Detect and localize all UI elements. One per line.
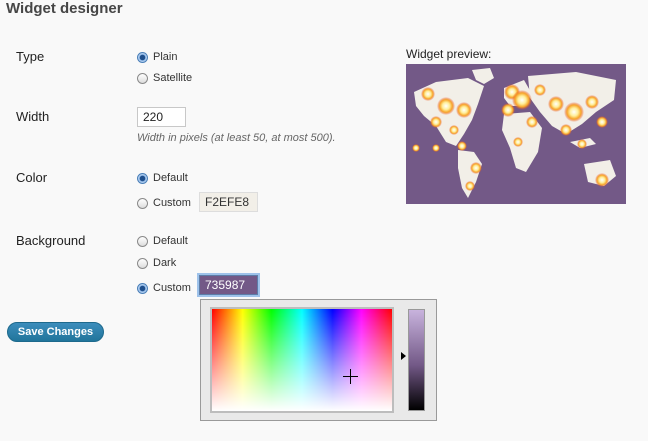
- slider-arrow-icon[interactable]: [401, 352, 406, 360]
- widget-preview-map: [406, 64, 626, 204]
- type-radio-satellite[interactable]: Satellite: [137, 72, 192, 84]
- saturation-value-frame: [210, 307, 394, 413]
- background-radio-dark-label: Dark: [153, 257, 177, 269]
- color-radio-default[interactable]: Default: [137, 172, 188, 184]
- background-radio-default[interactable]: Default: [137, 235, 188, 247]
- type-radio-plain[interactable]: Plain: [137, 51, 177, 63]
- type-label: Type: [16, 49, 45, 64]
- radio-unchecked-icon: [137, 72, 148, 84]
- background-radio-custom-label: Custom: [153, 282, 191, 294]
- saturation-value-area[interactable]: [212, 309, 392, 411]
- background-radio-custom[interactable]: Custom: [137, 282, 191, 294]
- save-changes-button[interactable]: Save Changes: [7, 322, 104, 342]
- radio-unchecked-icon: [137, 257, 148, 269]
- background-custom-input[interactable]: 735987: [199, 275, 258, 295]
- type-radio-plain-label: Plain: [153, 51, 178, 63]
- brightness-slider[interactable]: [408, 309, 425, 411]
- color-radio-custom[interactable]: Custom: [137, 197, 191, 209]
- radio-unchecked-icon: [137, 197, 148, 209]
- color-radio-default-label: Default: [153, 172, 188, 184]
- radio-unchecked-icon: [137, 235, 148, 247]
- width-label: Width: [16, 109, 50, 124]
- background-radio-dark[interactable]: Dark: [137, 257, 176, 269]
- color-label: Color: [16, 170, 48, 185]
- crosshair-icon[interactable]: [343, 369, 358, 384]
- radio-checked-icon: [137, 172, 148, 184]
- preview-label: Widget preview:: [406, 47, 492, 61]
- color-custom-input[interactable]: F2EFE8: [199, 192, 258, 212]
- background-label: Background: [16, 233, 86, 248]
- page-title: Widget designer: [6, 0, 123, 17]
- background-radio-default-label: Default: [153, 235, 188, 247]
- width-hint: Width in pixels (at least 50, at most 50…: [137, 132, 336, 144]
- color-radio-custom-label: Custom: [153, 197, 191, 209]
- type-radio-satellite-label: Satellite: [153, 72, 193, 84]
- color-picker-popup[interactable]: [200, 299, 437, 421]
- radio-checked-icon: [137, 282, 148, 294]
- width-input[interactable]: 220: [137, 107, 186, 127]
- radio-checked-icon: [137, 51, 148, 63]
